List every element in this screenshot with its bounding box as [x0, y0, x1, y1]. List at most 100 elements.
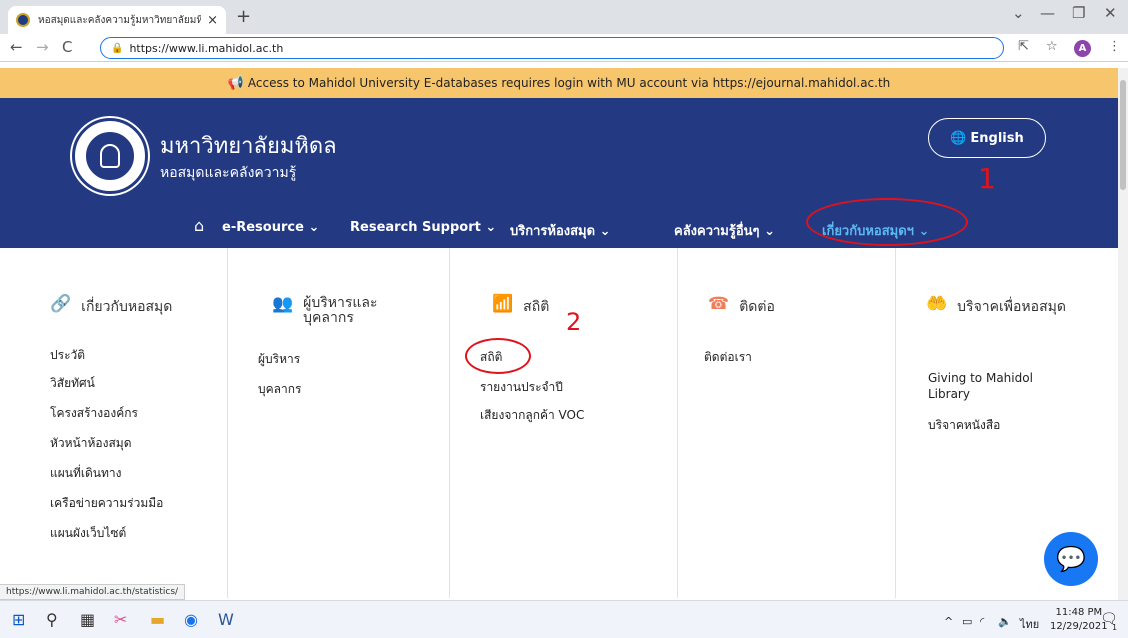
menu-column-staff: 👥 ผู้บริหารและบุคลากร ผู้บริหาร บุคลากร	[228, 248, 450, 598]
menu-link-donate-books[interactable]: บริจาคหนังสือ	[928, 416, 1000, 435]
nav-item-knowledge-repository[interactable]: คลังความรู้อื่นๆ ⌄	[674, 220, 775, 241]
annotation-circle-2	[465, 338, 531, 374]
menu-link-vision[interactable]: วิสัยทัศน์	[50, 374, 95, 393]
people-icon: 👥	[272, 294, 294, 314]
forward-icon[interactable]: →	[36, 38, 49, 56]
notice-text: Access to Mahidol University E-databases…	[247, 76, 891, 90]
column-heading: 📶 สถิติ	[492, 296, 549, 318]
annotation-circle-1	[806, 198, 968, 246]
close-tab-icon[interactable]: ×	[207, 13, 218, 28]
column-heading: 👥 ผู้บริหารและบุคลากร	[272, 296, 423, 326]
clock-time: 11:48 PM	[1055, 607, 1103, 618]
search-icon[interactable]: ⚲	[46, 610, 58, 629]
language-label: English	[970, 130, 1024, 146]
nav-label: e-Resource	[222, 220, 304, 235]
menu-column-contact: ☎ ติดต่อ ติดต่อเรา	[678, 248, 896, 598]
bookmark-star-icon[interactable]: ☆	[1046, 39, 1058, 54]
clock-date: 12/29/2021	[1050, 621, 1108, 632]
lock-icon: 🔒	[111, 42, 124, 54]
menu-link-history[interactable]: ประวัติ	[50, 346, 85, 365]
chevron-down-icon: ⌄	[764, 224, 775, 239]
tab-title: หอสมุดและคลังความรู้มหาวิทยาลัยมหิดล	[38, 14, 202, 26]
home-icon[interactable]: ⌂	[194, 216, 204, 235]
university-logo[interactable]	[72, 118, 148, 194]
menu-column-statistics: 📶 สถิติ สถิติ รายงานประจำปี เสียงจากลูกค…	[450, 248, 678, 598]
menu-link-annual-report[interactable]: รายงานประจำปี	[480, 378, 563, 397]
menu-link-head[interactable]: หัวหน้าห้องสมุด	[50, 434, 132, 453]
site-header: มหาวิทยาลัยมหิดล หอสมุดและคลังความรู้ 🌐 …	[0, 98, 1118, 248]
browser-toolbar: ← → C 🔒 https://www.li.mahidol.ac.th ⇱ ☆…	[0, 34, 1128, 62]
logo-seal	[84, 130, 136, 182]
heading-text: ผู้บริหารและบุคลากร	[303, 295, 378, 326]
heading-text: ติดต่อ	[739, 299, 775, 315]
file-explorer-icon[interactable]: ▬	[150, 610, 165, 629]
menu-link-executives[interactable]: ผู้บริหาร	[258, 350, 300, 369]
restore-icon[interactable]: ❐	[1072, 4, 1085, 22]
new-tab-button[interactable]: +	[236, 6, 251, 27]
status-bar-url: https://www.li.mahidol.ac.th/statistics/	[0, 584, 186, 600]
reload-icon[interactable]: C	[62, 38, 72, 56]
menu-link-sitemap[interactable]: แผนผังเว็บไซต์	[50, 524, 126, 543]
nav-label: Research Support	[350, 220, 481, 235]
mega-menu: 🔗 เกี่ยวกับหอสมุด ประวัติ วิสัยทัศน์ โคร…	[0, 248, 1118, 598]
menu-link-organization[interactable]: โครงสร้างองค์กร	[50, 404, 138, 423]
volume-icon[interactable]: 🔈	[998, 615, 1012, 628]
notice-banner: 📢 Access to Mahidol University E-databas…	[0, 68, 1118, 98]
column-heading: 🤲 บริจาคเพื่อหอสมุด	[926, 296, 1081, 318]
windows-start-icon[interactable]: ⊞	[12, 610, 25, 629]
screen: หอสมุดและคลังความรู้มหาวิทยาลัยมหิดล × +…	[0, 0, 1128, 638]
phone-icon: ☎	[708, 294, 730, 314]
url-text: https://www.li.mahidol.ac.th	[129, 41, 284, 55]
nav-label: คลังความรู้อื่นๆ	[674, 224, 760, 239]
close-window-icon[interactable]: ✕	[1104, 4, 1117, 22]
site-subtitle: หอสมุดและคลังความรู้	[160, 165, 297, 181]
english-language-button[interactable]: 🌐 English	[928, 118, 1046, 158]
browser-tab[interactable]: หอสมุดและคลังความรู้มหาวิทยาลัยมหิดล ×	[8, 6, 226, 34]
page-scrollbar[interactable]	[1118, 68, 1128, 600]
nav-item-library-services[interactable]: บริการห้องสมุด ⌄	[510, 220, 611, 241]
wifi-icon[interactable]: ◜	[980, 615, 984, 628]
chrome-icon[interactable]: ◉	[184, 610, 198, 629]
megaphone-icon: 📢	[227, 75, 244, 91]
snipping-tool-icon[interactable]: ✂	[114, 610, 127, 629]
profile-avatar[interactable]: A	[1074, 40, 1091, 57]
annotation-number-1: 1	[978, 162, 996, 195]
share-icon[interactable]: ⇱	[1018, 39, 1029, 54]
messenger-chat-button[interactable]: 💬	[1044, 532, 1098, 586]
language-indicator[interactable]: ไทย	[1020, 615, 1039, 633]
heading-text: บริจาคเพื่อหอสมุด	[957, 299, 1066, 315]
browser-tab-strip: หอสมุดและคลังความรู้มหาวิทยาลัยมหิดล × +…	[0, 0, 1128, 34]
hands-icon: 🤲	[926, 294, 948, 314]
site-favicon-icon	[16, 13, 30, 27]
menu-link-personnel[interactable]: บุคลากร	[258, 380, 301, 399]
menu-link-network[interactable]: เครือข่ายความร่วมมือ	[50, 494, 163, 513]
taskbar-clock[interactable]: 11:48 PM 12/29/2021	[1050, 606, 1108, 634]
menu-link-map[interactable]: แผนที่เดินทาง	[50, 464, 121, 483]
nav-item-research-support[interactable]: Research Support ⌄	[350, 220, 496, 235]
battery-icon[interactable]: ▭	[962, 615, 972, 628]
site-name[interactable]: มหาวิทยาลัยมหิดล	[160, 128, 337, 163]
tab-search-icon[interactable]: ⌄	[1012, 4, 1025, 22]
heading-text: สถิติ	[523, 299, 550, 315]
menu-dots-icon[interactable]: ⋮	[1108, 39, 1121, 54]
heading-text: เกี่ยวกับหอสมุด	[81, 299, 173, 315]
menu-link-giving[interactable]: Giving to Mahidol Library	[928, 370, 1058, 402]
address-bar[interactable]: 🔒 https://www.li.mahidol.ac.th	[100, 37, 1004, 59]
tray-chevron-icon[interactable]: ^	[944, 615, 953, 628]
menu-link-contact-us[interactable]: ติดต่อเรา	[704, 348, 752, 367]
scrollbar-thumb[interactable]	[1120, 80, 1126, 190]
bar-chart-icon: 📶	[492, 294, 514, 314]
task-view-icon[interactable]: ▦	[80, 610, 95, 629]
globe-icon: 🌐	[950, 130, 967, 146]
chevron-down-icon: ⌄	[485, 220, 497, 235]
chevron-down-icon: ⌄	[599, 224, 611, 239]
minimize-icon[interactable]: —	[1040, 4, 1055, 22]
column-heading: 🔗 เกี่ยวกับหอสมุด	[50, 296, 172, 318]
menu-link-voc[interactable]: เสียงจากลูกค้า VOC	[480, 406, 584, 425]
link-icon: 🔗	[50, 294, 72, 314]
notification-count: 1	[1112, 623, 1118, 632]
menu-column-about: 🔗 เกี่ยวกับหอสมุด ประวัติ วิสัยทัศน์ โคร…	[0, 248, 228, 598]
nav-item-e-resource[interactable]: e-Resource ⌄	[222, 220, 319, 235]
back-icon[interactable]: ←	[10, 38, 23, 56]
word-icon[interactable]: W	[218, 610, 234, 629]
